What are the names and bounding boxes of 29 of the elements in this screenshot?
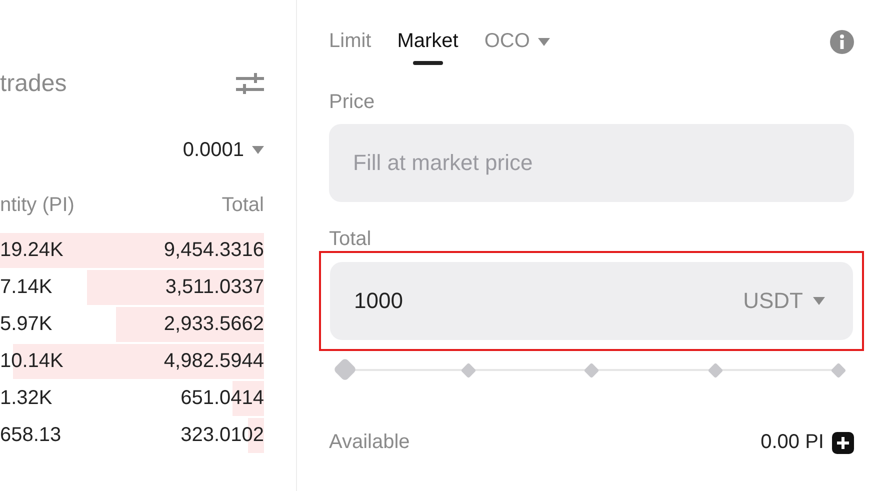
caret-icon [252,146,264,154]
table-cell: 323.0102 [180,424,264,447]
available-label: Available [329,431,410,454]
sliders-icon[interactable] [236,72,264,96]
table-cell: 4,982.5944 [164,350,264,373]
price-field[interactable]: Fill at market price [329,124,854,202]
table-cell: 1.32K [0,387,52,410]
table-cell: 7.14K [0,276,52,299]
table-cell: 5.97K [0,313,52,336]
order-type-tab[interactable]: Market [397,30,458,65]
column-header: ntity (PI) [0,194,74,216]
table-cell: 2,933.5662 [164,313,264,336]
available-balance: 0.00 PI [760,431,824,454]
plus-icon[interactable] [832,432,854,454]
table-cell: 651.0414 [180,387,264,410]
table-cell: 19.24K [0,239,64,262]
field-label: Price [329,91,376,114]
table-cell: 658.13 [0,424,62,447]
panel-title: trades [0,70,67,98]
precision-value[interactable]: 0.0001 [182,138,244,162]
info-icon[interactable] [830,30,854,54]
field-label: Total [329,228,372,251]
table-cell: 9,454.3316 [164,239,264,262]
caret-icon [538,38,550,46]
column-header: Total [222,194,264,216]
table-cell: 10.14K [0,350,64,373]
total-field[interactable]: 1000 USDT [330,262,853,340]
caret-icon [813,297,825,305]
table-cell: 3,511.0337 [165,276,264,299]
